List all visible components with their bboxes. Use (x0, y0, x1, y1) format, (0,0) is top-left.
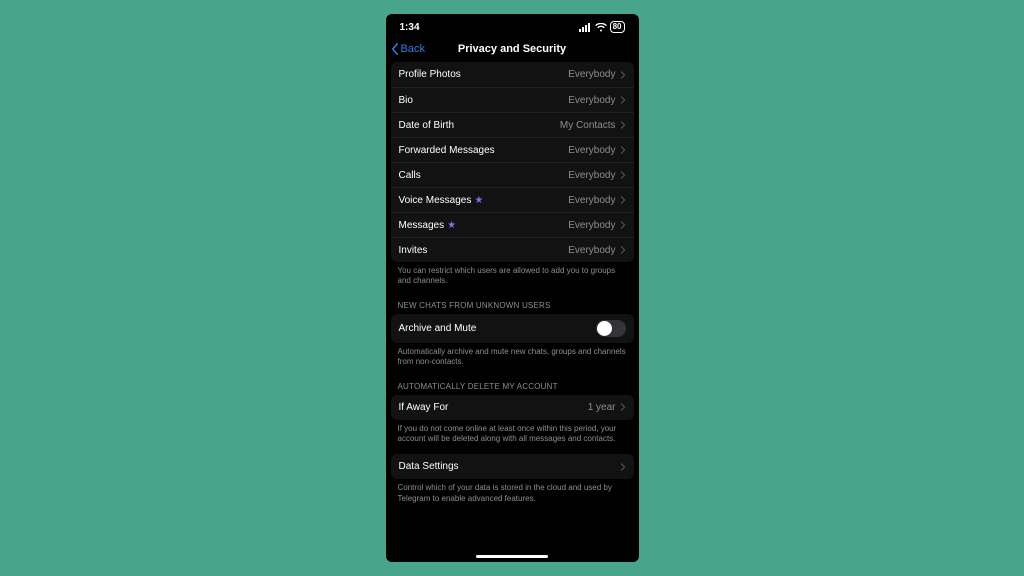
privacy-row-value: Everybody (568, 69, 615, 80)
new-chats-header: NEW CHATS FROM UNKNOWN USERS (386, 287, 639, 314)
status-time: 1:34 (400, 22, 420, 33)
archive-mute-row[interactable]: Archive and Mute (391, 314, 634, 343)
if-away-for-value: 1 year (588, 402, 616, 413)
privacy-row-label: Calls (399, 170, 421, 181)
data-settings-list: Data Settings (391, 454, 634, 479)
privacy-row-value: My Contacts (560, 120, 616, 131)
privacy-row-label: Invites (399, 245, 428, 256)
if-away-for-label: If Away For (399, 402, 449, 413)
privacy-list: Profile Photos EverybodyBio EverybodyDat… (391, 62, 634, 262)
chevron-right-icon (620, 146, 626, 154)
archive-mute-label: Archive and Mute (399, 323, 477, 334)
status-right: 80 (579, 21, 625, 33)
wifi-icon (595, 23, 607, 32)
nav-bar: Back Privacy and Security (386, 36, 639, 62)
chevron-right-icon (620, 121, 626, 129)
archive-mute-toggle[interactable] (596, 320, 626, 337)
back-button[interactable]: Back (390, 43, 425, 55)
new-chats-list: Archive and Mute (391, 314, 634, 343)
privacy-row-label: Messages ★ (399, 220, 457, 231)
privacy-row-value: Everybody (568, 95, 615, 106)
privacy-row-value: Everybody (568, 170, 615, 181)
data-settings-row[interactable]: Data Settings (391, 454, 634, 479)
privacy-row-value: Everybody (568, 220, 615, 231)
privacy-row[interactable]: Bio Everybody (391, 87, 634, 112)
chevron-right-icon (620, 196, 626, 204)
chevron-right-icon (620, 221, 626, 229)
privacy-row-label: Forwarded Messages (399, 145, 495, 156)
battery-icon: 80 (610, 21, 625, 33)
privacy-row[interactable]: Messages ★ Everybody (391, 212, 634, 237)
privacy-row-label: Date of Birth (399, 120, 455, 131)
privacy-row-value: Everybody (568, 245, 615, 256)
data-settings-label: Data Settings (399, 461, 459, 472)
chevron-right-icon (620, 171, 626, 179)
chevron-right-icon (620, 96, 626, 104)
privacy-row[interactable]: Invites Everybody (391, 237, 634, 262)
privacy-row-label: Bio (399, 95, 413, 106)
if-away-for-row[interactable]: If Away For 1 year (391, 395, 634, 420)
data-settings-footer: Control which of your data is stored in … (386, 479, 639, 504)
privacy-row-value: Everybody (568, 195, 615, 206)
chevron-left-icon (390, 43, 400, 55)
privacy-footer: You can restrict which users are allowed… (386, 262, 639, 287)
new-chats-footer: Automatically archive and mute new chats… (386, 343, 639, 368)
privacy-row[interactable]: Forwarded Messages Everybody (391, 137, 634, 162)
chevron-right-icon (620, 403, 626, 411)
premium-star-icon: ★ (474, 195, 483, 206)
premium-star-icon: ★ (447, 220, 456, 231)
cellular-icon (579, 23, 592, 32)
privacy-row-label: Voice Messages ★ (399, 195, 484, 206)
chevron-right-icon (620, 71, 626, 79)
auto-delete-list: If Away For 1 year (391, 395, 634, 420)
auto-delete-footer: If you do not come online at least once … (386, 420, 639, 445)
privacy-row[interactable]: Voice Messages ★ Everybody (391, 187, 634, 212)
privacy-row-value: Everybody (568, 145, 615, 156)
status-bar: 1:34 80 (386, 14, 639, 36)
privacy-row[interactable]: Calls Everybody (391, 162, 634, 187)
chevron-right-icon (620, 246, 626, 254)
phone-frame: 1:34 80 Back Privacy and Security Profil… (386, 14, 639, 562)
home-indicator[interactable] (476, 555, 548, 558)
privacy-row-label: Profile Photos (399, 69, 461, 80)
chevron-right-icon (620, 463, 626, 471)
auto-delete-header: AUTOMATICALLY DELETE MY ACCOUNT (386, 368, 639, 395)
toggle-knob (597, 321, 612, 336)
content-scroll[interactable]: Profile Photos EverybodyBio EverybodyDat… (386, 62, 639, 562)
back-label: Back (401, 43, 425, 55)
privacy-row[interactable]: Profile Photos Everybody (391, 62, 634, 87)
privacy-row[interactable]: Date of Birth My Contacts (391, 112, 634, 137)
